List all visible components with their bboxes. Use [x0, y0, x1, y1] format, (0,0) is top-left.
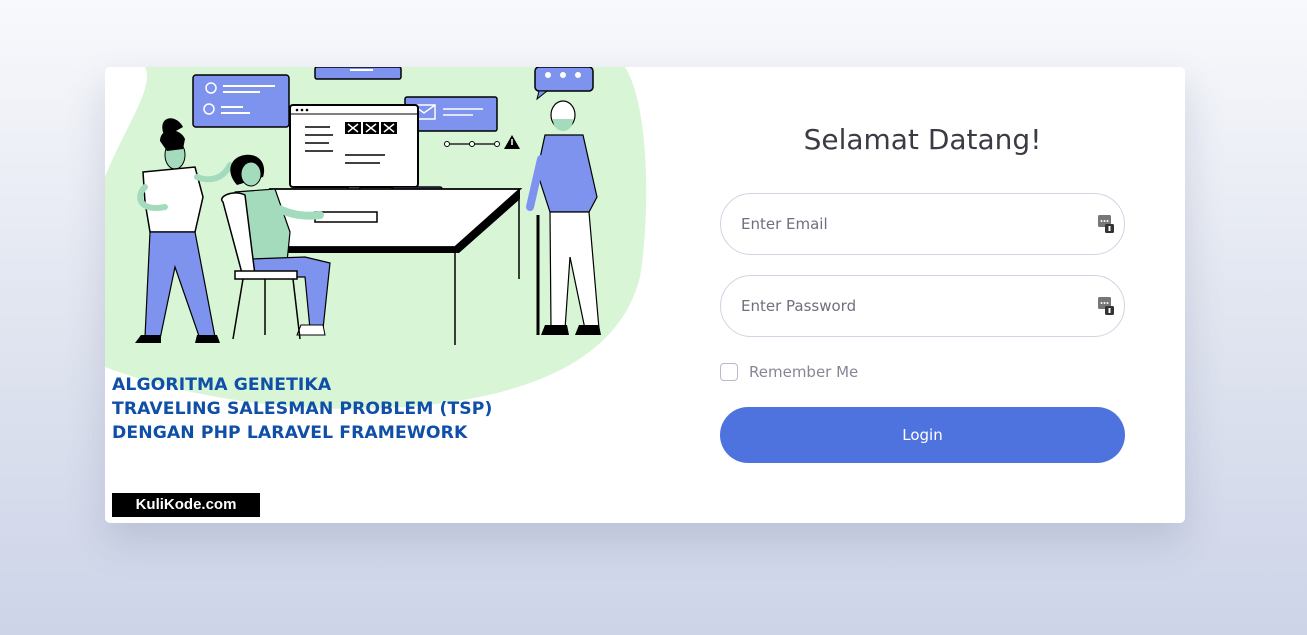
password-field-wrapper	[720, 275, 1125, 337]
chat-card-top	[314, 67, 402, 80]
branding-panel: ALGORITMA GENETIKA TRAVELING SALESMAN PR…	[105, 67, 665, 523]
password-manager-key-icon[interactable]	[1098, 297, 1114, 315]
chat-card-left	[192, 74, 290, 128]
watermark-label: KuliKode.com	[112, 493, 260, 517]
login-button[interactable]: Login	[720, 407, 1125, 463]
remember-me-checkbox[interactable]	[720, 363, 738, 381]
password-field[interactable]	[741, 276, 1091, 336]
email-field-wrapper	[720, 193, 1125, 255]
page-title: Selamat Datang!	[803, 123, 1042, 156]
login-form: Selamat Datang! Enter Email Remember Me …	[720, 67, 1125, 523]
headline-line: DENGAN PHP LARAVEL FRAMEWORK	[112, 423, 468, 443]
headline-line: TRAVELING SALESMAN PROBLEM (TSP)	[112, 399, 493, 419]
remember-me[interactable]: Remember Me	[720, 361, 858, 383]
headline-line: ALGORITMA GENETIKA	[112, 375, 332, 395]
remember-me-label: Remember Me	[749, 363, 859, 381]
password-manager-key-icon[interactable]	[1098, 215, 1114, 233]
project-headline: ALGORITMA GENETIKA TRAVELING SALESMAN PR…	[112, 373, 492, 445]
login-card: ALGORITMA GENETIKA TRAVELING SALESMAN PR…	[105, 67, 1185, 523]
email-field[interactable]	[741, 194, 1091, 254]
